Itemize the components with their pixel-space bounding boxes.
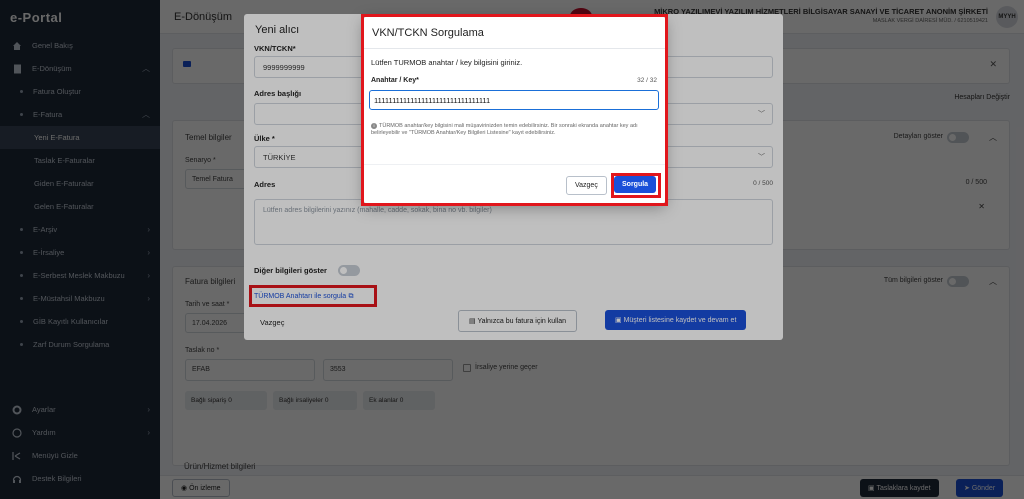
highlight-sorgula-button [611,173,661,198]
